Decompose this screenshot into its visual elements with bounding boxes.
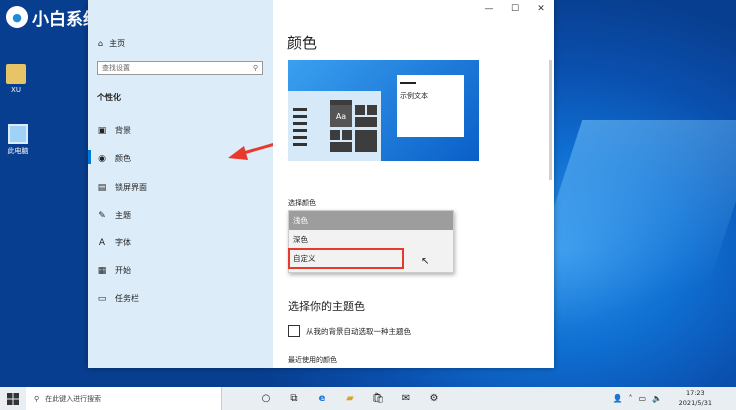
sidebar-item-label: 锁屏界面: [115, 183, 147, 192]
color-preview: Aa 示例文本: [288, 60, 479, 161]
sidebar-home-label: 主页: [109, 39, 126, 48]
mouse-cursor-icon: ↖: [421, 256, 430, 267]
user-folder-icon: [6, 64, 26, 84]
sidebar-item-label: 字体: [115, 238, 131, 247]
window-titlebar-controls: — ☐ ✕: [476, 0, 554, 18]
settings-window: ⌂ 主页 查找设置 ⚲ 个性化 ▣ 背景 ◉ 颜色 ▤ 锁屏界面 ✎ 主题 A …: [88, 0, 554, 368]
scrollbar[interactable]: [549, 60, 552, 180]
settings-sidebar: ⌂ 主页 查找设置 ⚲ 个性化 ▣ 背景 ◉ 颜色 ▤ 锁屏界面 ✎ 主题 A …: [88, 0, 297, 368]
dropdown-option-custom[interactable]: 自定义: [288, 248, 404, 269]
settings-gear-icon[interactable]: ⚙: [420, 387, 448, 410]
taskbar-search-input[interactable]: ⚲ 在此键入进行搜索: [26, 387, 222, 410]
recent-colors-label: 最近使用的颜色: [288, 356, 337, 364]
sidebar-item-label: 任务栏: [115, 294, 139, 303]
desktop-icon-this-pc[interactable]: 此电脑: [0, 124, 38, 156]
sidebar-item-label: 颜色: [115, 154, 131, 163]
desktop-icon-user[interactable]: XU: [0, 64, 36, 94]
mail-icon[interactable]: ✉: [392, 387, 420, 410]
start-button[interactable]: [0, 387, 26, 410]
sidebar-item-themes[interactable]: ✎ 主题: [97, 210, 257, 221]
preview-list: [293, 108, 307, 150]
brand-mark-icon: ●: [6, 6, 28, 28]
close-button[interactable]: ✕: [528, 0, 554, 18]
home-icon: ⌂: [98, 39, 104, 48]
chevron-up-icon[interactable]: ˄: [628, 394, 632, 403]
preview-tile-text: Aa: [330, 105, 352, 127]
pick-color-label: 选择颜色: [288, 199, 316, 207]
section-title: 个性化: [97, 93, 121, 102]
sidebar-item-start[interactable]: ▦ 开始: [97, 265, 257, 276]
settings-search-placeholder: 查找设置: [102, 64, 130, 72]
cortana-icon[interactable]: ○: [252, 387, 280, 410]
search-icon: ⚲: [34, 394, 40, 403]
sidebar-item-taskbar[interactable]: ▭ 任务栏: [97, 293, 257, 304]
desktop-icon-label: XU: [11, 86, 21, 94]
preview-tiles: Aa: [330, 100, 379, 158]
lockscreen-icon: ▤: [97, 182, 107, 193]
computer-icon: [8, 124, 28, 144]
system-tray: 👤 ˄ ▭ 🔈: [613, 387, 663, 410]
sidebar-item-label: 开始: [115, 266, 131, 275]
store-icon[interactable]: 🛍: [364, 387, 392, 410]
sidebar-item-label: 主题: [115, 211, 131, 220]
dropdown-option-dark[interactable]: 深色: [289, 230, 453, 249]
volume-icon[interactable]: 🔈: [652, 394, 662, 403]
person-icon[interactable]: 👤: [613, 394, 623, 403]
minimize-button[interactable]: —: [476, 0, 502, 18]
preview-window-bar: [400, 82, 416, 84]
taskbar-search-placeholder: 在此键入进行搜索: [45, 394, 102, 403]
settings-main: — ☐ ✕ 颜色 Aa 示例文本 选择颜色 浅色 深色 自定义 ↖ 选择你的主题…: [273, 0, 554, 368]
maximize-button[interactable]: ☐: [502, 0, 528, 18]
preview-sample-text: 示例文本: [400, 92, 428, 100]
auto-accent-checkbox[interactable]: 从我的背景自动选取一种主题色: [288, 325, 411, 337]
start-icon: ▦: [97, 265, 107, 276]
sidebar-item-fonts[interactable]: A 字体: [97, 237, 257, 248]
checkbox-box[interactable]: [288, 325, 300, 337]
taskbar-clock[interactable]: 17:23 2021/5/31: [679, 388, 712, 408]
font-icon: A: [98, 237, 106, 248]
file-explorer-icon[interactable]: ▰: [336, 387, 364, 410]
settings-search-input[interactable]: 查找设置 ⚲: [97, 61, 263, 75]
sidebar-item-label: 背景: [115, 126, 131, 135]
brand-logo: ● 小白系统: [6, 5, 100, 30]
desktop-icon-label: 此电脑: [7, 147, 29, 155]
network-icon[interactable]: ▭: [638, 394, 646, 403]
page-title: 颜色: [287, 34, 318, 52]
windows-logo-icon: [7, 392, 19, 405]
preview-window: [397, 75, 464, 137]
clock-date: 2021/5/31: [678, 399, 712, 407]
edge-browser-icon[interactable]: e: [308, 387, 336, 410]
dropdown-option-light[interactable]: 浅色: [289, 211, 453, 230]
background-icon: ▣: [97, 125, 107, 136]
taskbar-icon: ▭: [97, 293, 107, 304]
sidebar-item-lockscreen[interactable]: ▤ 锁屏界面: [97, 182, 257, 193]
sidebar-home[interactable]: ⌂ 主页: [98, 38, 125, 49]
theme-icon: ✎: [98, 210, 106, 221]
clock-time: 17:23: [685, 389, 705, 397]
task-view-icon[interactable]: ⧉: [280, 387, 308, 410]
palette-icon: ◉: [98, 153, 106, 164]
search-icon: ⚲: [252, 64, 258, 72]
auto-accent-label: 从我的背景自动选取一种主题色: [306, 326, 411, 336]
accent-color-heading: 选择你的主题色: [288, 300, 365, 313]
